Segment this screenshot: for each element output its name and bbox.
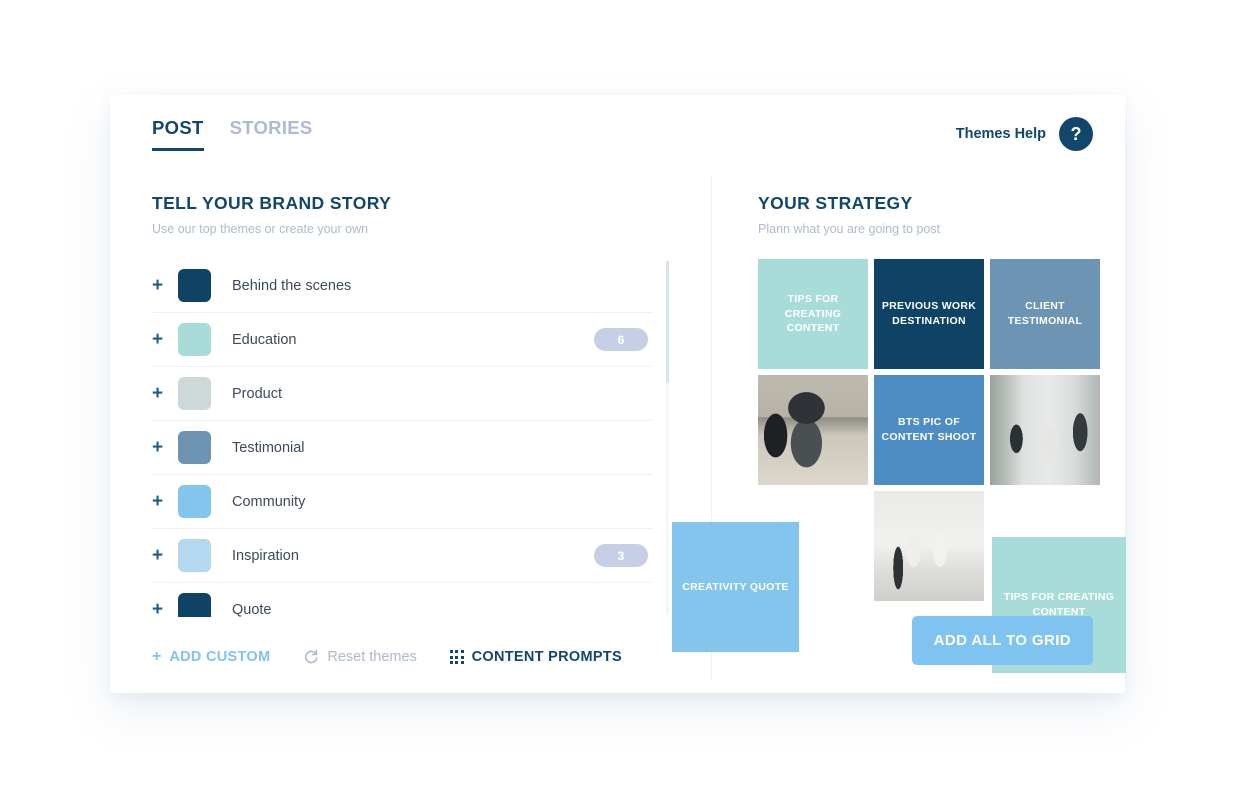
theme-row[interactable]: + Behind the scenes [152, 259, 652, 313]
reset-themes-button[interactable]: Reset themes [303, 649, 417, 665]
left-panel-actions: + ADD CUSTOM Reset themes CONTENT PROMPT… [152, 648, 622, 666]
reset-themes-label: Reset themes [327, 649, 417, 665]
theme-list-scrollbar[interactable] [666, 261, 669, 615]
theme-color-swatch [178, 593, 211, 617]
grid-tile-label-text: CLIENT TESTIMONIAL [1007, 300, 1083, 327]
add-theme-plus-icon[interactable]: + [152, 276, 178, 295]
theme-list: + Behind the scenes + Education 6 + Product + Te… [152, 259, 652, 617]
tab-post[interactable]: POST [152, 117, 204, 151]
add-theme-plus-icon[interactable]: + [152, 492, 178, 511]
add-custom-button[interactable]: + ADD CUSTOM [152, 648, 271, 666]
plus-icon: + [152, 648, 162, 665]
theme-label: Inspiration [232, 547, 299, 564]
content-prompts-button[interactable]: CONTENT PROMPTS [449, 649, 622, 665]
content-prompts-label: CONTENT PROMPTS [471, 649, 622, 665]
add-theme-plus-icon[interactable]: + [152, 438, 178, 457]
tab-stories[interactable]: STORIES [230, 117, 313, 151]
theme-label: Behind the scenes [232, 277, 352, 294]
grid-tile-label[interactable]: BTS PIC OF CONTENT SHOOT [874, 375, 984, 485]
add-all-to-grid-button[interactable]: ADD ALL TO GRID [911, 616, 1093, 665]
overlay-tile-creativity-quote[interactable]: CREATIVITY QUOTE [672, 522, 799, 652]
add-theme-plus-icon[interactable]: + [152, 330, 178, 349]
grid-tile-label-text: TIPS FOR CREATING CONTENT [784, 292, 842, 335]
grid-tile-label-text: PREVIOUS WORK DESTINATION [881, 300, 977, 327]
theme-label: Product [232, 385, 282, 402]
theme-row[interactable]: + Community [152, 475, 652, 529]
theme-list-wrapper: + Behind the scenes + Education 6 + Product + Te… [152, 259, 669, 617]
grid-tile-photo[interactable] [874, 491, 984, 601]
theme-count-badge: 3 [594, 544, 648, 567]
theme-count-badge: 6 [594, 328, 648, 351]
theme-row[interactable]: + Quote [152, 583, 652, 617]
theme-label: Community [232, 493, 306, 510]
left-panel-subtitle: Use our top themes or create your own [152, 222, 369, 236]
theme-label: Education [232, 331, 297, 348]
theme-color-swatch [178, 539, 211, 572]
theme-row[interactable]: + Inspiration 3 [152, 529, 652, 583]
themes-help-label[interactable]: Themes Help [956, 126, 1046, 142]
grid-tile-label[interactable]: CLIENT TESTIMONIAL [990, 259, 1100, 369]
themes-card: POST STORIES Themes Help ? TELL YOUR BRA… [110, 95, 1126, 693]
question-mark-icon[interactable]: ? [1059, 117, 1093, 151]
add-theme-plus-icon[interactable]: + [152, 600, 178, 617]
theme-label: Quote [232, 601, 272, 618]
grid-tile-photo[interactable] [758, 375, 868, 485]
grid-dots-icon [449, 650, 464, 664]
right-panel: YOUR STRATEGY Plann what you are going t… [672, 167, 1126, 693]
grid-tile-label[interactable]: TIPS FOR CREATING CONTENT [758, 259, 868, 369]
grid-tile-photo[interactable] [990, 375, 1100, 485]
add-theme-plus-icon[interactable]: + [152, 546, 178, 565]
theme-label: Testimonial [232, 439, 305, 456]
overlay-tile-label: CREATIVITY QUOTE [682, 580, 789, 593]
card-body: TELL YOUR BRAND STORY Use our top themes… [110, 167, 1126, 693]
themes-help: Themes Help ? [956, 117, 1093, 151]
add-custom-label: ADD CUSTOM [169, 649, 271, 665]
left-panel: TELL YOUR BRAND STORY Use our top themes… [110, 167, 711, 693]
theme-row[interactable]: + Education 6 [152, 313, 652, 367]
right-panel-title: YOUR STRATEGY [758, 193, 913, 213]
theme-color-swatch [178, 485, 211, 518]
refresh-icon [303, 649, 319, 665]
grid-tile-label-text: BTS PIC OF CONTENT SHOOT [881, 416, 977, 443]
tab-bar: POST STORIES [152, 117, 313, 151]
left-panel-title: TELL YOUR BRAND STORY [152, 193, 392, 213]
theme-color-swatch [178, 377, 211, 410]
theme-row[interactable]: + Testimonial [152, 421, 652, 475]
right-panel-subtitle: Plann what you are going to post [758, 222, 941, 236]
theme-color-swatch [178, 269, 211, 302]
theme-color-swatch [178, 431, 211, 464]
grid-tile-label[interactable]: PREVIOUS WORK DESTINATION [874, 259, 984, 369]
theme-color-swatch [178, 323, 211, 356]
scrollbar-thumb[interactable] [666, 261, 669, 383]
theme-row[interactable]: + Product [152, 367, 652, 421]
add-theme-plus-icon[interactable]: + [152, 384, 178, 403]
